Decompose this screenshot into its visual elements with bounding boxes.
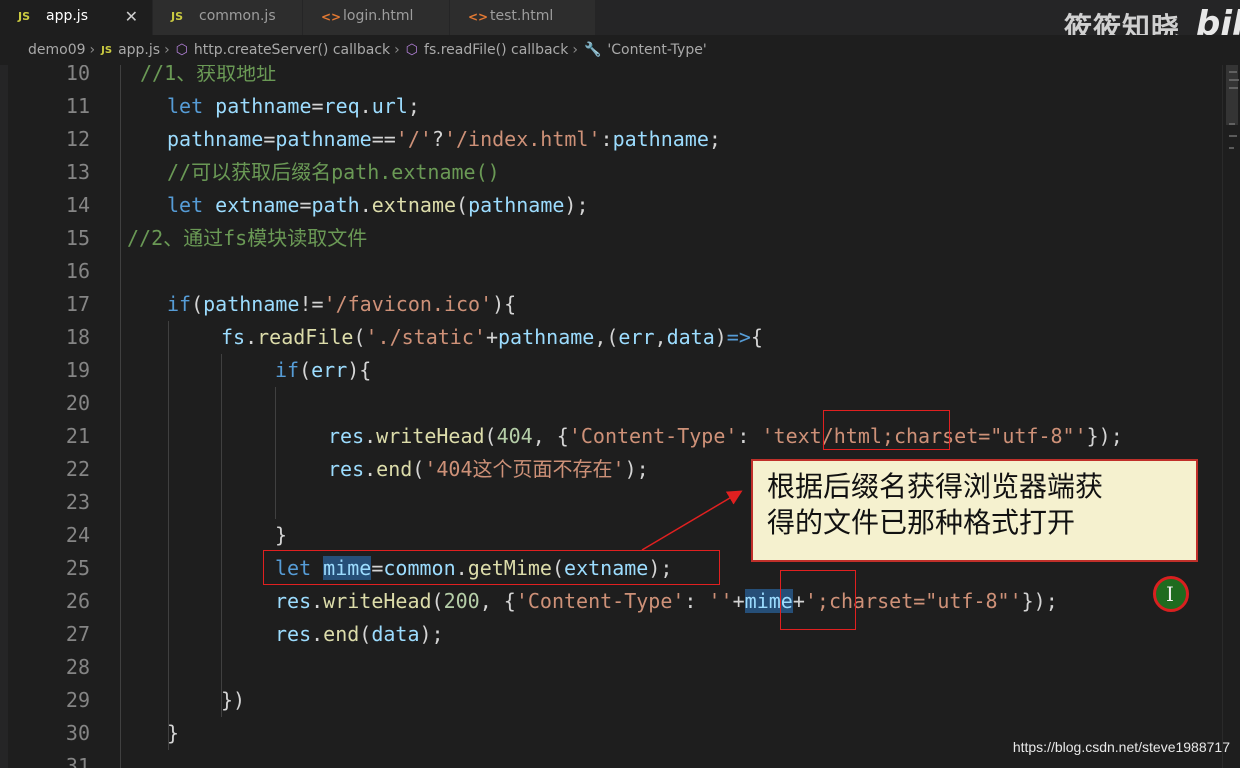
tab-label: test.html	[490, 8, 554, 24]
breadcrumb-item-property[interactable]: 'Content-Type'	[607, 42, 706, 58]
chevron-right-icon: ›	[164, 42, 170, 58]
chevron-right-icon: ›	[394, 42, 400, 58]
code-line-15: //2、通过fs模块读取文件	[127, 226, 368, 250]
code-line-30: }	[167, 721, 180, 745]
tab-login-html[interactable]: <> login.html	[303, 0, 450, 35]
breadcrumb-item-function[interactable]: http.createServer() callback	[194, 42, 390, 58]
text-cursor-icon: I	[1166, 582, 1174, 606]
code-area[interactable]: //1、获取地址 let pathname=req.url; pathname=…	[0, 65, 1220, 768]
js-file-icon: JS	[18, 10, 31, 23]
code-line-19: if(err){	[275, 358, 372, 382]
code-line-18: fs.readFile('./static'+pathname,(err,dat…	[221, 325, 763, 349]
code-line-13: //可以获取后缀名path.extname()	[167, 160, 500, 184]
annotation-callout: 根据后缀名获得浏览器端获 得的文件已那种格式打开	[751, 459, 1198, 562]
tab-label: common.js	[199, 8, 276, 24]
cube-icon: ⬡	[405, 42, 419, 58]
callout-line-2: 得的文件已那种格式打开	[767, 506, 1076, 539]
breadcrumb-item-file[interactable]: app.js	[118, 42, 160, 58]
breadcrumb-item-callback[interactable]: fs.readFile() callback	[424, 42, 568, 58]
code-line-14: let extname=path.extname(pathname);	[167, 193, 589, 217]
code-line-26: res.writeHead(200, {'Content-Type': ''+m…	[275, 589, 1058, 613]
js-file-icon: JS	[171, 10, 184, 23]
tab-app-js[interactable]: JS app.js ✕	[0, 0, 153, 35]
code-line-11: let pathname=req.url;	[167, 94, 420, 118]
minimap[interactable]	[1222, 65, 1240, 768]
chevron-right-icon: ›	[89, 42, 96, 58]
tab-label: login.html	[343, 8, 414, 24]
annotation-box-let-mime	[263, 550, 720, 585]
code-line-10: //1、获取地址	[140, 65, 277, 85]
tab-common-js[interactable]: JS common.js	[153, 0, 303, 35]
cube-icon: ⬡	[175, 42, 188, 58]
html-file-icon: <>	[321, 10, 342, 24]
editor-tab-bar: JS app.js ✕ JS common.js <> login.html <…	[0, 0, 1240, 44]
code-line-24: }	[275, 523, 288, 547]
tab-test-html[interactable]: <> test.html	[450, 0, 596, 35]
code-line-27: res.end(data);	[275, 622, 444, 646]
scrollbar-thumb[interactable]	[1226, 65, 1238, 125]
chevron-right-icon: ›	[572, 42, 578, 58]
code-line-29: })	[221, 688, 246, 712]
close-icon[interactable]: ✕	[125, 7, 138, 26]
minimap-line	[1229, 135, 1237, 137]
tab-label: app.js	[46, 8, 88, 24]
callout-line-1: 根据后缀名获得浏览器端获	[767, 470, 1104, 503]
html-file-icon: <>	[468, 10, 489, 24]
wrench-icon: 🔧	[583, 42, 602, 58]
code-line-22: res.end('404这个页面不存在');	[328, 457, 649, 481]
annotation-box-text-html	[823, 410, 950, 450]
js-file-icon: JS	[101, 44, 113, 56]
annotation-box-mime	[780, 570, 856, 630]
breadcrumb: demo09 › JS app.js › ⬡ http.createServer…	[0, 35, 1240, 65]
url-watermark: https://blog.csdn.net/steve1988717	[1012, 739, 1230, 755]
code-line-21: res.writeHead(404, {'Content-Type': 'tex…	[328, 424, 1123, 448]
code-editor[interactable]: 10 11 12 13 14 15 16 17 18 19 20 21 22 2…	[0, 65, 1240, 768]
minimap-line	[1229, 147, 1234, 149]
breadcrumb-item-folder[interactable]: demo09	[28, 42, 86, 58]
code-line-12: pathname=pathname=='/'?'/index.html':pat…	[167, 127, 721, 151]
code-line-17: if(pathname!='/favicon.ico'){	[167, 292, 517, 316]
